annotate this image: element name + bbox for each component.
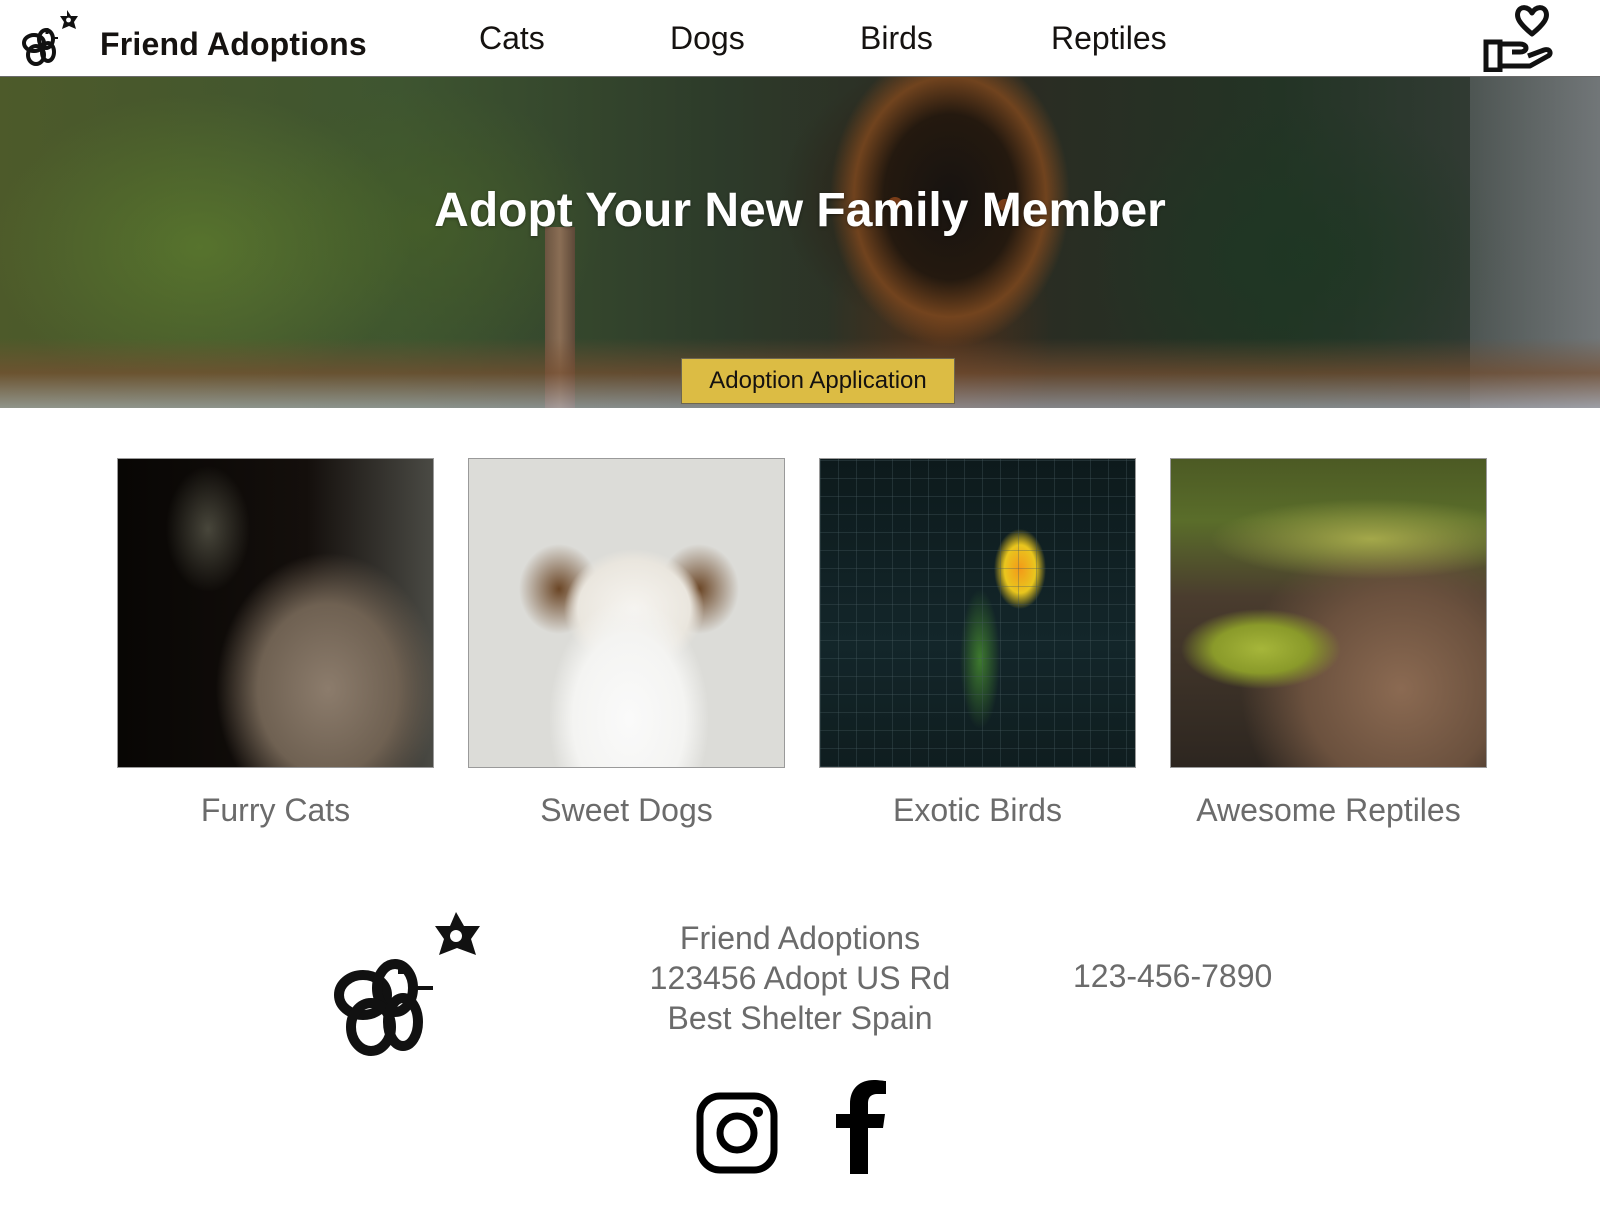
facebook-icon[interactable]	[834, 1080, 886, 1174]
nav-dogs[interactable]: Dogs	[670, 20, 745, 57]
category-card-dogs[interactable]: Sweet Dogs	[468, 458, 785, 828]
category-label[interactable]: Awesome Reptiles	[1150, 792, 1507, 829]
nav-cats[interactable]: Cats	[479, 20, 545, 57]
adoption-application-button[interactable]: Adoption Application	[681, 358, 955, 404]
hero-title: Adopt Your New Family Member	[434, 184, 1166, 237]
footer-phone[interactable]: 123-456-7890	[1073, 958, 1272, 995]
nav-birds[interactable]: Birds	[860, 20, 933, 57]
instagram-icon[interactable]	[696, 1092, 778, 1174]
parrot-photo[interactable]	[819, 458, 1136, 768]
footer-address: Friend Adoptions 123456 Adopt US Rd Best…	[620, 918, 980, 1038]
category-label[interactable]: Sweet Dogs	[448, 792, 805, 829]
cat-photo[interactable]	[117, 458, 434, 768]
category-card-cats[interactable]: Furry Cats	[117, 458, 434, 828]
bee-flower-footer-icon	[334, 912, 480, 1056]
brand-name[interactable]: Friend Adoptions	[100, 26, 367, 63]
hero-banner: Adopt Your New Family Member Adoption Ap…	[0, 77, 1600, 408]
bee-flower-logo-icon[interactable]	[20, 6, 82, 68]
site-header: Friend Adoptions Cats Dogs Birds Reptile…	[0, 0, 1600, 77]
dog-photo[interactable]	[468, 458, 785, 768]
hand-heart-icon[interactable]	[1482, 4, 1556, 72]
snake-photo[interactable]	[1170, 458, 1487, 768]
nav-reptiles[interactable]: Reptiles	[1051, 20, 1167, 57]
footer-org-name: Friend Adoptions	[679, 920, 921, 956]
category-card-birds[interactable]: Exotic Birds	[819, 458, 1136, 828]
category-label[interactable]: Furry Cats	[97, 792, 454, 829]
footer-street: 123456 Adopt US Rd	[649, 960, 951, 996]
footer-city: Best Shelter Spain	[667, 1000, 933, 1036]
category-card-reptiles[interactable]: Awesome Reptiles	[1170, 458, 1487, 828]
category-label[interactable]: Exotic Birds	[799, 792, 1156, 829]
